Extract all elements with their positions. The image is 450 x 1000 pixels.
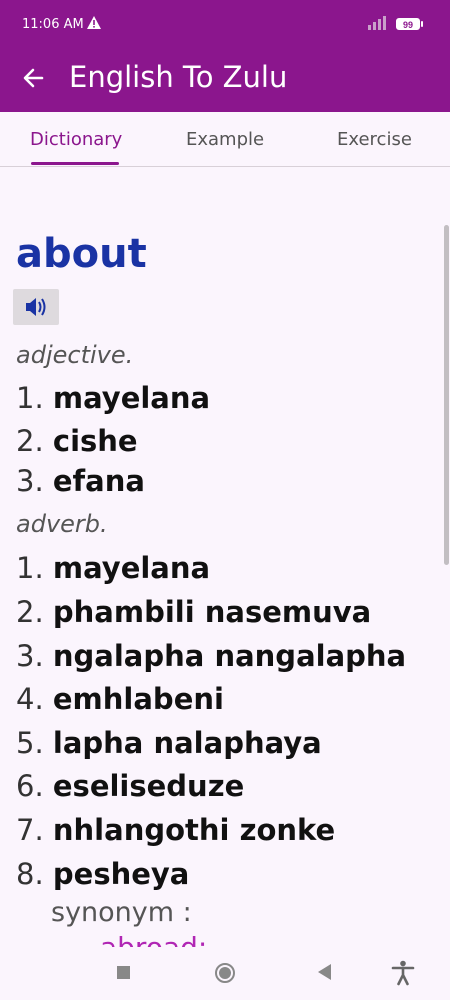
tab-dictionary[interactable]: Dictionary bbox=[30, 129, 122, 150]
synonym-label: synonym : bbox=[51, 897, 192, 928]
list-item: 2. phambili nasemuva bbox=[16, 595, 372, 629]
tab-bar: Dictionary Example Exercise bbox=[0, 112, 450, 167]
meaning: phambili nasemuva bbox=[52, 595, 372, 629]
list-item: 7. nhlangothi zonke bbox=[16, 813, 336, 847]
accessibility-icon[interactable] bbox=[391, 960, 415, 986]
list-item: 3. efana bbox=[16, 464, 145, 498]
list-item: 1. mayelana bbox=[16, 381, 211, 415]
list-item: 5. lapha nalaphaya bbox=[16, 726, 322, 760]
meaning: emhlabeni bbox=[52, 682, 224, 716]
meaning: efana bbox=[52, 464, 145, 498]
tab-exercise[interactable]: Exercise bbox=[337, 129, 412, 150]
list-item: 4. emhlabeni bbox=[16, 682, 224, 716]
system-nav-bar bbox=[0, 947, 450, 1000]
app-bar: English To Zulu bbox=[0, 50, 450, 112]
status-bar: 11:06 AM 99 bbox=[0, 0, 450, 50]
scrollbar[interactable] bbox=[444, 225, 449, 565]
signal-icon bbox=[368, 14, 388, 33]
headword: about bbox=[16, 231, 147, 277]
back-arrow-icon[interactable] bbox=[20, 64, 48, 92]
tab-example[interactable]: Example bbox=[186, 129, 264, 150]
list-item: 8. pesheya bbox=[16, 857, 190, 891]
list-item: 2. cishe bbox=[16, 424, 138, 458]
battery-icon: 99 bbox=[396, 18, 420, 30]
dictionary-content: about adjective. 1. mayelana 2. cishe 3.… bbox=[0, 167, 450, 947]
speak-button[interactable] bbox=[13, 289, 59, 325]
meaning: pesheya bbox=[52, 857, 190, 891]
tab-indicator bbox=[31, 162, 119, 165]
part-of-speech: adverb. bbox=[16, 510, 108, 538]
speaker-icon bbox=[26, 298, 46, 316]
synonym-value[interactable]: abroad; bbox=[100, 931, 207, 947]
meaning: nhlangothi zonke bbox=[52, 813, 336, 847]
back-icon[interactable] bbox=[318, 964, 331, 980]
status-time: 11:06 AM bbox=[22, 17, 84, 32]
meaning: eseliseduze bbox=[52, 769, 245, 803]
meaning: mayelana bbox=[52, 551, 211, 585]
recents-icon[interactable] bbox=[117, 966, 130, 979]
battery-tip bbox=[421, 21, 423, 27]
meaning: mayelana bbox=[52, 381, 211, 415]
part-of-speech: adjective. bbox=[16, 341, 134, 369]
warning-icon bbox=[87, 16, 101, 32]
list-item: 3. ngalapha nangalapha bbox=[16, 639, 407, 673]
meaning: ngalapha nangalapha bbox=[52, 639, 407, 673]
meaning: lapha nalaphaya bbox=[52, 726, 322, 760]
list-item: 6. eseliseduze bbox=[16, 769, 245, 803]
meaning: cishe bbox=[52, 424, 138, 458]
home-icon-inner bbox=[219, 967, 231, 979]
page-title: English To Zulu bbox=[69, 60, 288, 94]
list-item: 1. mayelana bbox=[16, 551, 211, 585]
